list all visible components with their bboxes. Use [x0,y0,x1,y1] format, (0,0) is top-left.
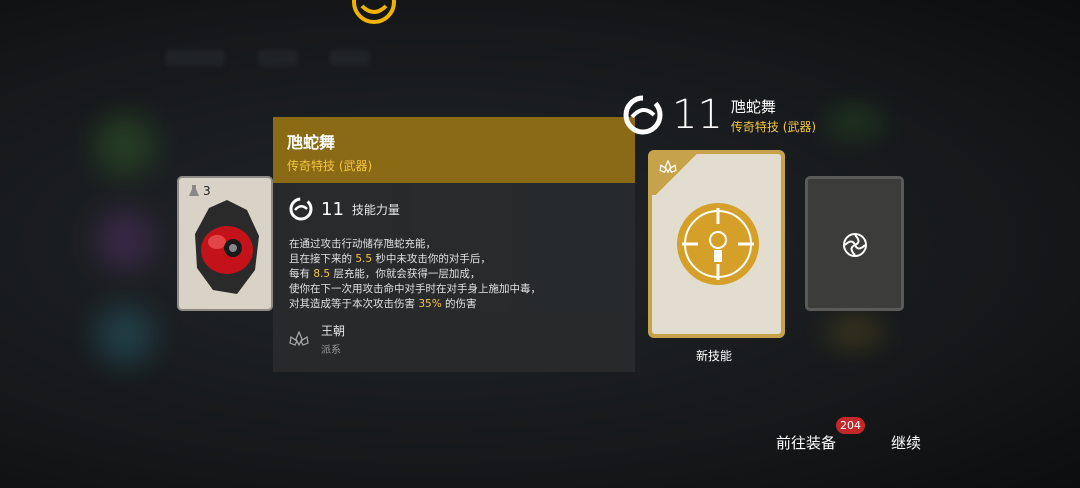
blurred-teal-icon [95,305,155,365]
desc-text: 对其造成等于本次攻击伤害 [289,298,419,310]
tooltip-header: 虺蛇舞 传奇特技 (武器) [273,117,635,183]
desc-text: 每有 [289,268,314,280]
featured-skill-type: 传奇特技 (武器) [730,119,817,134]
desc-line: 且在接下来的 5.5 秒中未攻击你的对手后， [289,252,619,267]
dynasty-name: 王朝 [321,324,346,338]
dynasty-row: 王朝 派系 [289,322,345,356]
game-logo-icon [352,0,396,24]
new-skill-card[interactable] [648,150,785,338]
skill-description: 在通过攻击行动储存虺蛇充能， 且在接下来的 5.5 秒中未攻击你的对手后， 每有… [289,237,619,312]
blurred-tab [258,50,298,66]
skill-power-row: 11 技能力量 [289,197,400,221]
item-card[interactable]: 3 [177,176,273,311]
dynasty-sub: 派系 [321,345,341,356]
notification-badge: 204 [836,417,865,434]
skill-emblem-icon [677,203,759,285]
swirl-icon [843,233,867,257]
skill-power-label: 技能力量 [351,202,400,217]
desc-text: 且在接下来的 [289,253,356,265]
skill-tooltip: 虺蛇舞 传奇特技 (武器) 11 技能力量 在通过攻击行动储存虺蛇充能， 且在接… [273,117,635,372]
featured-skill-name: 虺蛇舞 [730,97,776,116]
featured-skill-power: 11 [672,92,723,138]
lotus-icon [659,160,677,174]
lotus-icon [289,331,309,347]
desc-line: 在通过攻击行动储存虺蛇充能， [289,238,436,250]
featured-skill-header: 11 虺蛇舞 传奇特技 (武器) [622,94,816,136]
desc-line: 使你在下一次用攻击命中对手时在对手身上施加中毒， [289,283,541,295]
blurred-purple-icon [95,210,155,270]
skill-power-icon [623,95,663,135]
new-skill-label: 新技能 [696,349,733,363]
continue-button[interactable]: 继续 [891,432,921,453]
go-equip-button[interactable]: 前往装备 [776,432,836,453]
blurred-tab [165,50,225,66]
item-count-value: 3 [203,184,211,198]
tooltip-title: 虺蛇舞 [287,133,336,152]
desc-text: 秒中未攻击你的对手后， [372,253,491,265]
desc-text: 的伤害 [441,298,477,310]
blurred-tab [330,50,370,66]
locked-card[interactable] [805,176,904,311]
blurred-yellow-tag [830,320,880,344]
poison-orb-icon [195,200,259,294]
blurred-green-tag [830,110,880,134]
desc-highlight: 8.5 [313,268,331,280]
blurred-green-icon [95,115,155,175]
skill-power-value: 11 [321,198,344,220]
desc-highlight: 35% [418,298,442,310]
skill-power-icon [289,197,313,221]
desc-line: 对其造成等于本次攻击伤害 35% 的伤害 [289,297,619,312]
desc-highlight: 5.5 [355,253,373,265]
tooltip-subtitle: 传奇特技 (武器) [287,159,373,173]
desc-text: 层充能，你就会获得一层加成， [330,268,481,280]
flask-icon [189,185,199,196]
desc-line: 每有 8.5 层充能，你就会获得一层加成， [289,267,619,282]
item-count: 3 [189,184,211,198]
